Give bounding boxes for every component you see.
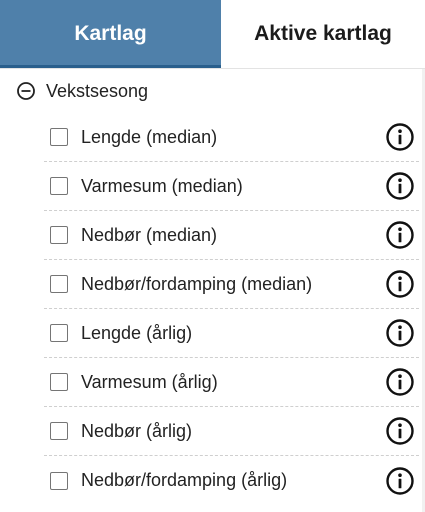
info-icon[interactable] <box>385 416 415 446</box>
layer-row[interactable]: Nedbør (median) <box>44 211 419 260</box>
layer-label: Nedbør (median) <box>81 224 218 245</box>
info-icon[interactable] <box>385 318 415 348</box>
info-icon[interactable] <box>385 269 415 299</box>
layer-label: Nedbør (årlig) <box>81 420 193 441</box>
info-icon[interactable] <box>385 220 415 250</box>
layer-checkbox[interactable] <box>50 275 68 293</box>
layer-label: Lengde (årlig) <box>81 322 193 343</box>
group-label: Vekstsesong <box>46 80 149 101</box>
layer-checkbox[interactable] <box>50 422 68 440</box>
tab-bar: Kartlag Aktive kartlag <box>0 0 425 69</box>
minus-circle-icon[interactable] <box>16 81 36 101</box>
info-icon[interactable] <box>385 122 415 152</box>
info-icon[interactable] <box>385 367 415 397</box>
info-icon[interactable] <box>385 171 415 201</box>
tab-aktive-kartlag[interactable]: Aktive kartlag <box>221 0 425 68</box>
layer-checkbox[interactable] <box>50 471 68 490</box>
layer-label: Nedbør/fordamping (årlig) <box>81 470 288 490</box>
layer-label: Varmesum (median) <box>81 175 243 196</box>
layer-row[interactable]: Lengde (median) <box>44 113 419 162</box>
layer-row[interactable]: Varmesum (median) <box>44 162 419 211</box>
layer-list: Lengde (median) Varmesum (median) Nedbør… <box>0 113 425 505</box>
layer-row[interactable]: Nedbør/fordamping (årlig) <box>44 456 419 505</box>
info-icon[interactable] <box>385 466 415 496</box>
layer-row[interactable]: Varmesum (årlig) <box>44 358 419 407</box>
layer-label: Nedbør/fordamping (median) <box>81 273 313 294</box>
layer-checkbox[interactable] <box>50 373 68 391</box>
layer-row[interactable]: Nedbør/fordamping (median) <box>44 260 419 309</box>
layer-label: Varmesum (årlig) <box>81 371 218 392</box>
layer-row[interactable]: Lengde (årlig) <box>44 309 419 358</box>
layer-panel: Kartlag Aktive kartlag Vekstsesong Lengd… <box>0 0 425 512</box>
layer-checkbox[interactable] <box>50 177 68 195</box>
layer-checkbox[interactable] <box>50 128 68 146</box>
tab-kartlag[interactable]: Kartlag <box>0 0 221 68</box>
layer-checkbox[interactable] <box>50 226 68 244</box>
layer-checkbox[interactable] <box>50 324 68 342</box>
layer-label: Lengde (median) <box>81 126 218 147</box>
layer-row[interactable]: Nedbør (årlig) <box>44 407 419 456</box>
group-header-vekstsesong[interactable]: Vekstsesong <box>0 69 425 113</box>
